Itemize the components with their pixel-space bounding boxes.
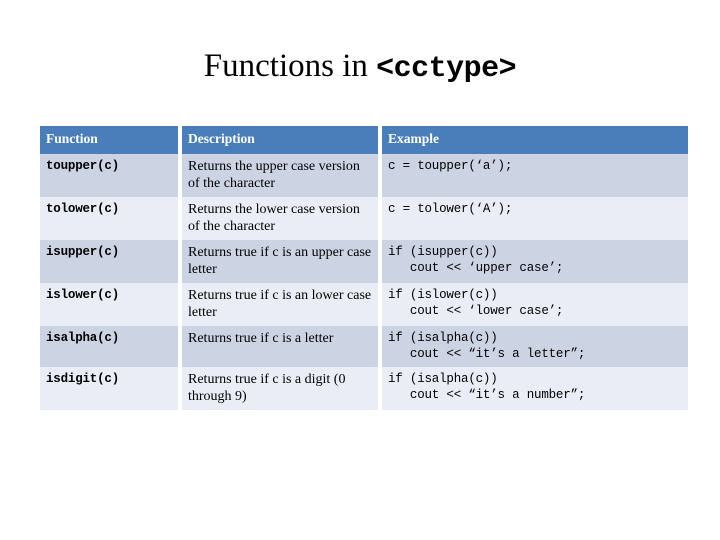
table-body: toupper(c) Returns the upper case versio… xyxy=(40,154,688,410)
cell-function-name: toupper(c) xyxy=(40,154,178,197)
cell-example-code: c = toupper(‘a’); xyxy=(382,154,688,197)
cell-example-code: c = tolower(‘A’); xyxy=(382,197,688,240)
table-row: tolower(c) Returns the lower case versio… xyxy=(40,197,688,240)
cell-example-code: if (islower(c)) cout << ‘lower case’; xyxy=(382,283,688,326)
cell-description: Returns the lower case version of the ch… xyxy=(182,197,378,240)
cell-example-code: if (isalpha(c)) cout << “it’s a number”; xyxy=(382,367,688,410)
cell-function-name: tolower(c) xyxy=(40,197,178,240)
page-title: Functions in <cctype> xyxy=(0,46,720,89)
cell-description: Returns the upper case version of the ch… xyxy=(182,154,378,197)
table-row: isupper(c) Returns true if c is an upper… xyxy=(40,240,688,283)
cctype-functions-table: Function Description Example toupper(c) … xyxy=(36,126,692,410)
table-row: toupper(c) Returns the upper case versio… xyxy=(40,154,688,197)
cell-example-code: if (isupper(c)) cout << ‘upper case’; xyxy=(382,240,688,283)
column-header-example: Example xyxy=(382,126,688,154)
cell-description: Returns true if c is a letter xyxy=(182,326,378,367)
page-title-text: Functions in xyxy=(203,48,377,84)
table-header: Function Description Example xyxy=(40,126,688,154)
cell-function-name: isalpha(c) xyxy=(40,326,178,367)
cell-function-name: isupper(c) xyxy=(40,240,178,283)
cell-description: Returns true if c is a digit (0 through … xyxy=(182,367,378,410)
page-title-code: <cctype> xyxy=(376,52,517,86)
column-header-description: Description xyxy=(182,126,378,154)
table-row: isdigit(c) Returns true if c is a digit … xyxy=(40,367,688,410)
cell-description: Returns true if c is an lower case lette… xyxy=(182,283,378,326)
column-header-function: Function xyxy=(40,126,178,154)
table-row: islower(c) Returns true if c is an lower… xyxy=(40,283,688,326)
cell-function-name: islower(c) xyxy=(40,283,178,326)
slide-canvas: Functions in <cctype> Function Descripti… xyxy=(0,0,720,540)
cell-description: Returns true if c is an upper case lette… xyxy=(182,240,378,283)
cell-example-code: if (isalpha(c)) cout << “it’s a letter”; xyxy=(382,326,688,367)
table-row: isalpha(c) Returns true if c is a letter… xyxy=(40,326,688,367)
table-header-row: Function Description Example xyxy=(40,126,688,154)
cell-function-name: isdigit(c) xyxy=(40,367,178,410)
